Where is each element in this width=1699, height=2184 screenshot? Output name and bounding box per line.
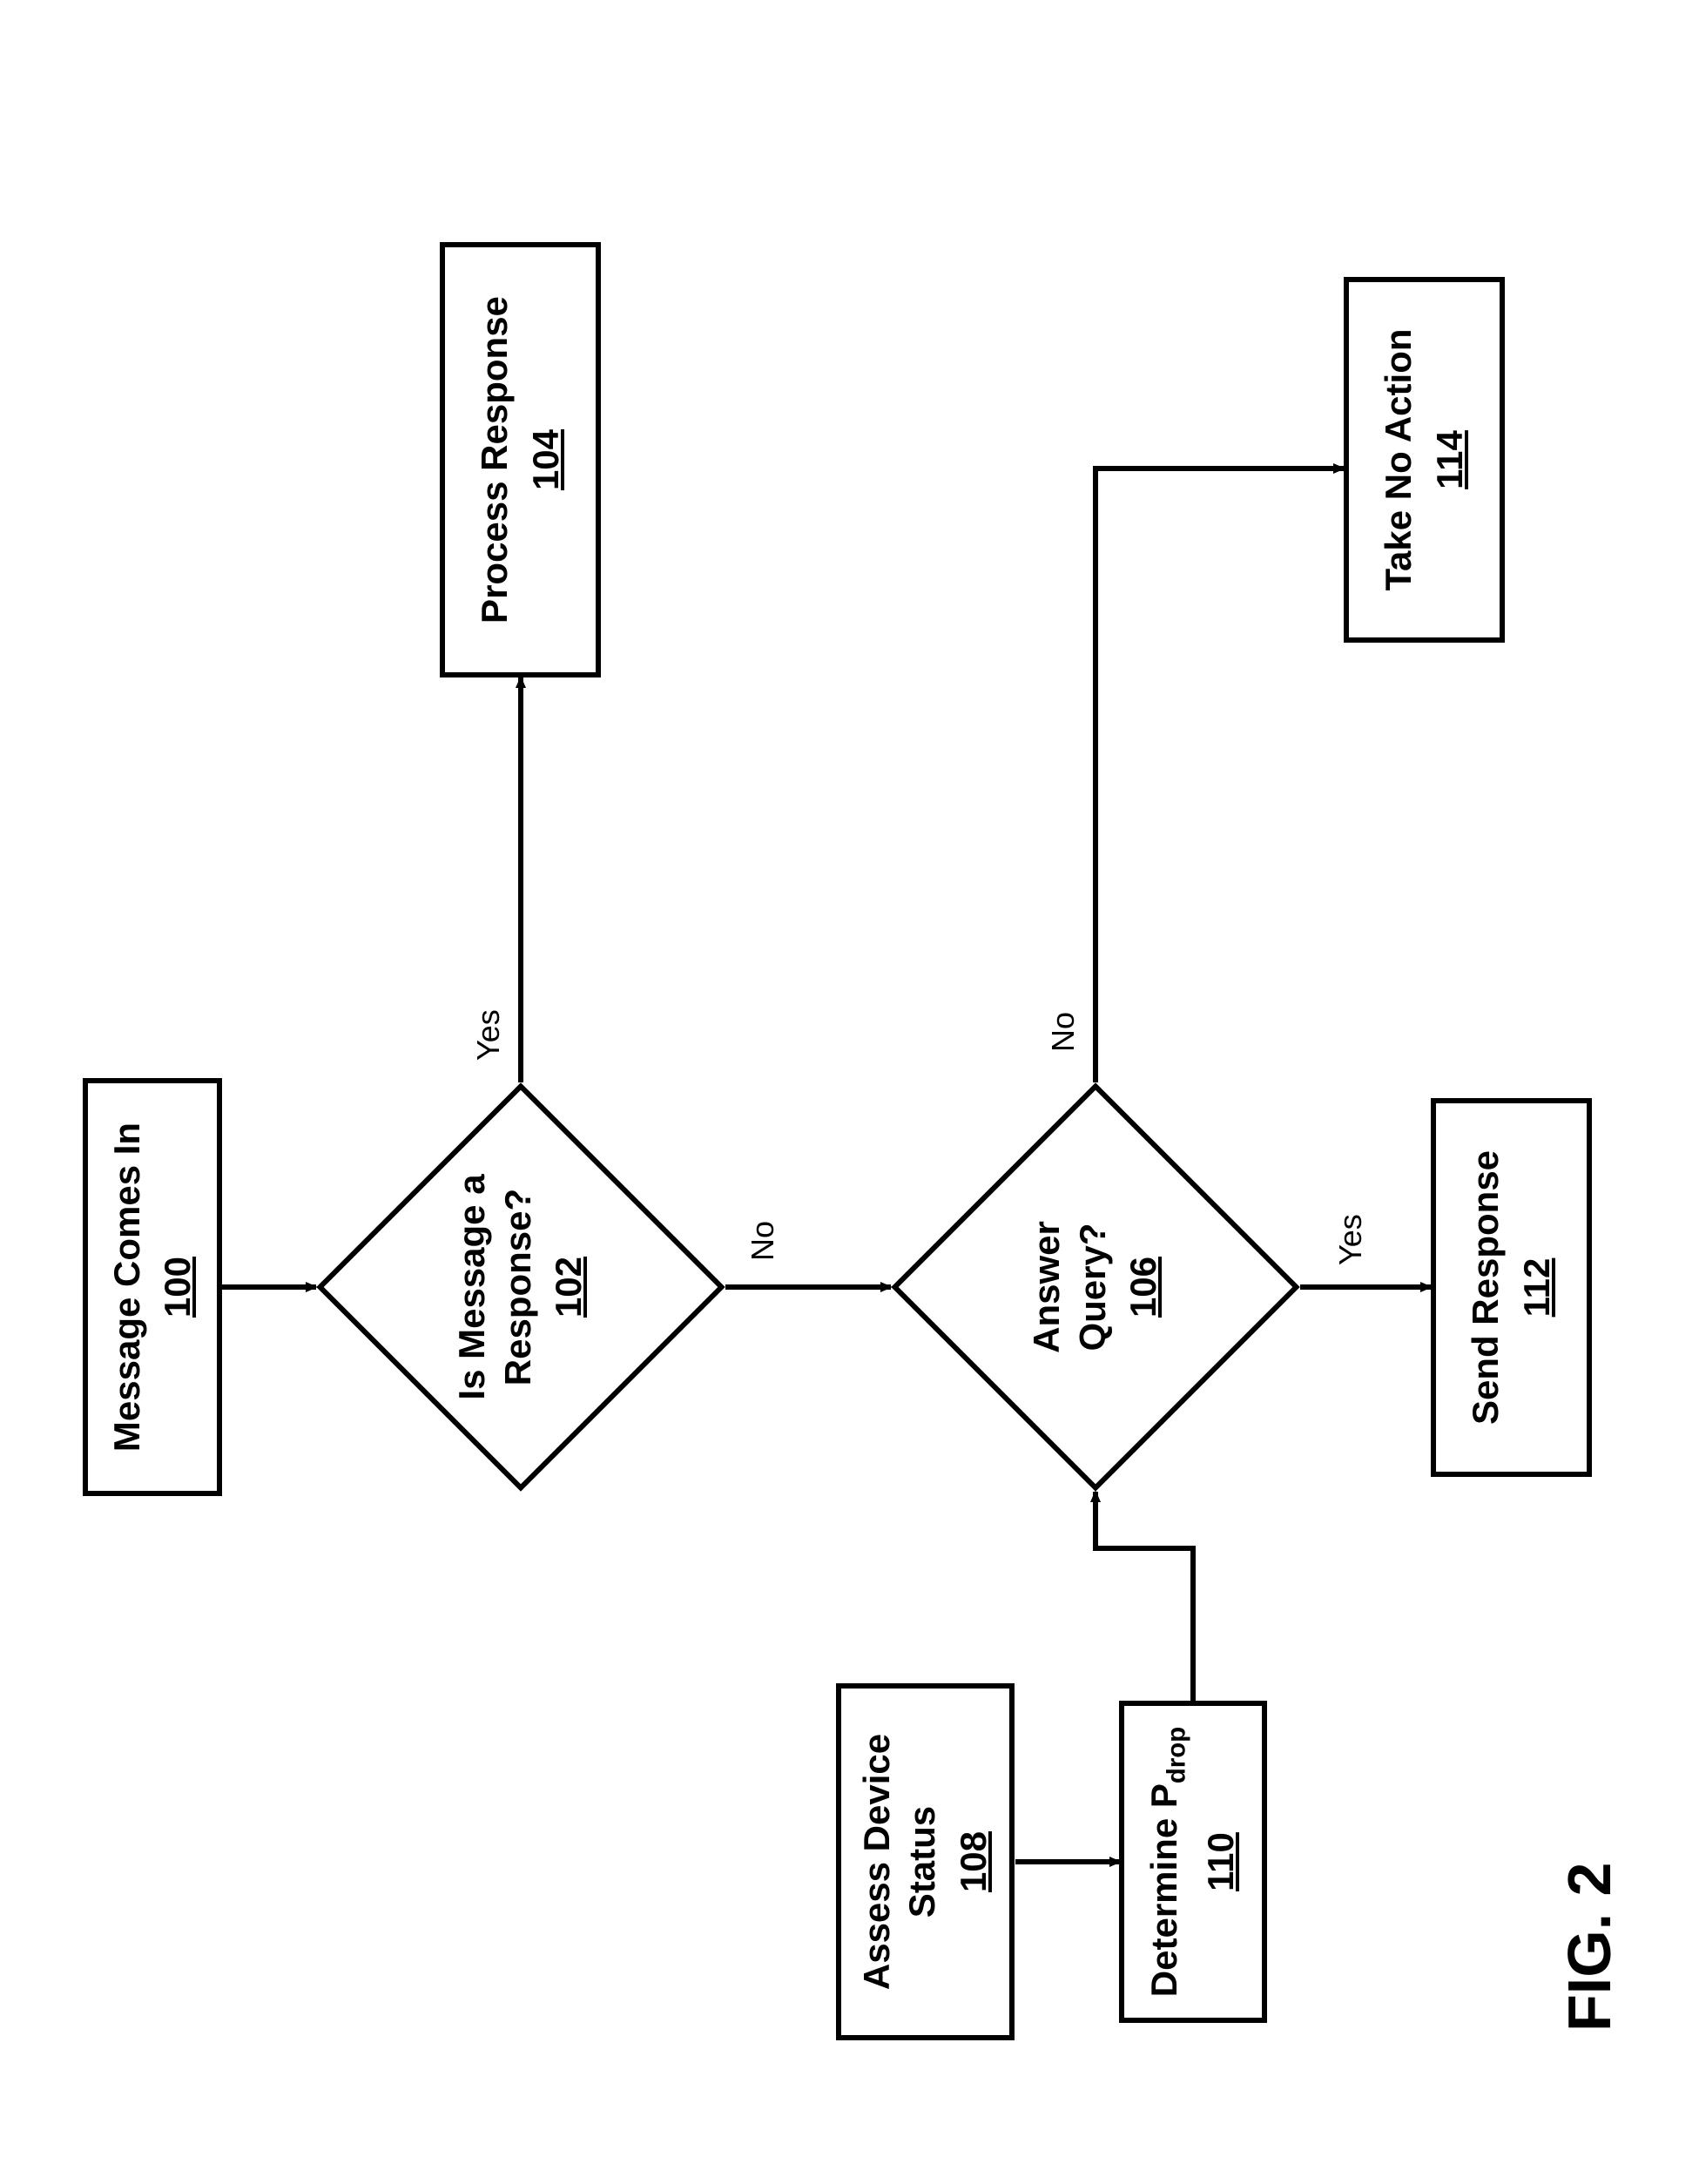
edge-label-106-yes: Yes — [1332, 1214, 1369, 1265]
node-ref: 100 — [155, 1257, 201, 1318]
node-assess-device-status: Assess Device Status 108 — [836, 1683, 1015, 2040]
node-label-line2: Query? — [1070, 1223, 1116, 1351]
node-send-response: Send Response 112 — [1431, 1098, 1592, 1477]
node-label-line1: Is Message a — [449, 1174, 496, 1399]
node-label: Determine Pdrop — [1142, 1727, 1193, 1997]
node-label-line1: Answer — [1024, 1221, 1070, 1353]
node-label-line1: Assess Device — [854, 1734, 900, 1990]
node-label: Send Response — [1463, 1150, 1509, 1425]
node-ref: 112 — [1514, 1258, 1561, 1318]
node-ref: 114 — [1427, 430, 1473, 489]
edge-label-106-no: No — [1045, 1012, 1082, 1052]
node-is-message-response: Is Message a Response? 102 — [316, 1082, 725, 1492]
node-ref: 104 — [523, 429, 570, 490]
figure-label: FIG. 2 — [1554, 1863, 1624, 2032]
node-ref: 108 — [951, 1831, 997, 1892]
node-take-no-action: Take No Action 114 — [1344, 277, 1505, 643]
node-ref: 106 — [1121, 1257, 1167, 1318]
edge-label-102-yes: Yes — [470, 1009, 507, 1061]
node-label: Process Response — [472, 296, 518, 624]
node-label: Take No Action — [1376, 328, 1422, 590]
edge-label-102-no: No — [745, 1221, 781, 1261]
node-label-line2: Status — [900, 1806, 946, 1918]
node-ref: 102 — [546, 1257, 592, 1318]
node-message-comes-in: Message Comes In 100 — [83, 1078, 222, 1496]
node-process-response: Process Response 104 — [440, 242, 601, 677]
node-label-line2: Response? — [496, 1189, 542, 1385]
node-determine-pdrop: Determine Pdrop 110 — [1119, 1701, 1267, 2023]
node-answer-query: Answer Query? 106 — [891, 1082, 1300, 1492]
node-label: Message Comes In — [105, 1122, 151, 1452]
node-ref: 110 — [1198, 1832, 1244, 1891]
